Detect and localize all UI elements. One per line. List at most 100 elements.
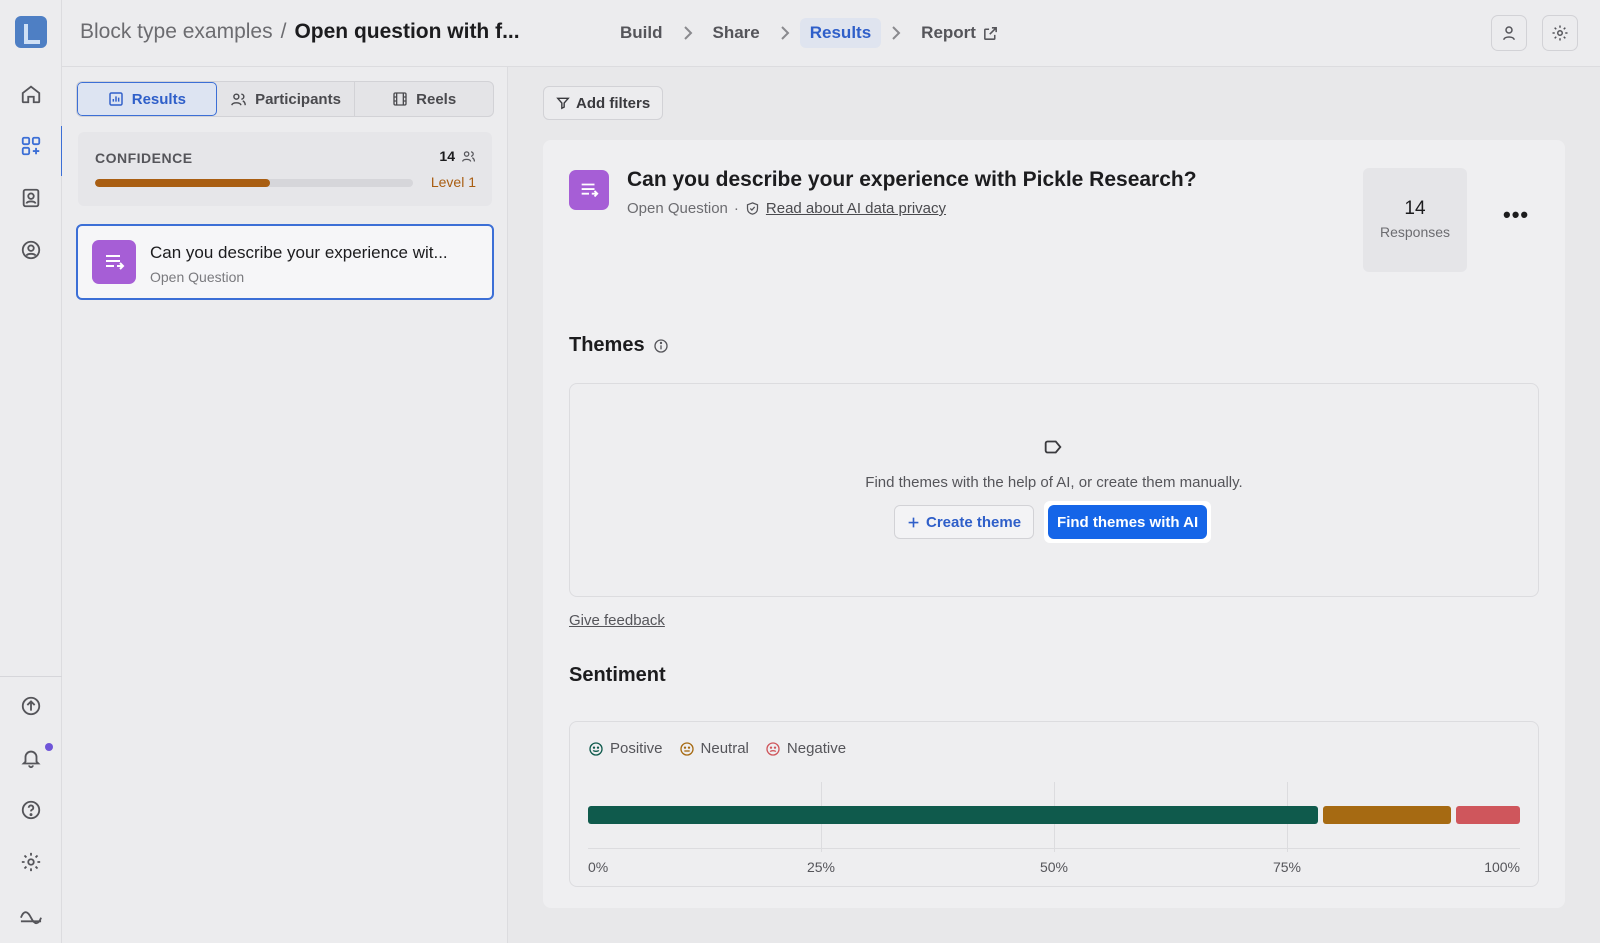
tab-results-label: Results [131,90,186,108]
tab-reels-label: Reels [416,90,457,108]
confidence-progress [95,179,413,187]
frown-icon [766,741,780,756]
results-tabs: Results Participants Reels [76,81,494,117]
filter-icon [556,97,570,110]
themes-heading: Themes [569,334,669,357]
open-question-icon [569,170,609,210]
plus-icon [908,517,919,527]
responses-count: 14 [1404,198,1426,219]
legend-positive[interactable]: Positive [588,740,663,757]
tab-participants[interactable]: Participants [217,82,356,116]
tab-participants-label: Participants [255,90,341,108]
bar-chart-icon [109,92,123,106]
breadcrumb-current[interactable]: Open question with f... [294,20,519,43]
confidence-card: CONFIDENCE 14 Level 1 [78,132,492,206]
chevron-right-icon [681,26,695,40]
responses-label: Responses [1379,224,1451,240]
step-results[interactable]: Results [799,18,882,48]
film-icon [393,92,407,106]
workflow-steps: Build Share Results Report [610,18,1009,48]
confidence-level: Level 1 [430,174,476,190]
step-report-label: Report [921,23,976,42]
add-filters-button[interactable]: Add filters [543,86,664,120]
tick-100: 100% [1484,859,1520,875]
tab-results[interactable]: Results [77,82,217,116]
more-options-button[interactable]: ••• [1503,204,1529,226]
chevron-right-icon [889,26,903,40]
sentiment-legend: Positive Neutral Negative [588,740,846,757]
app-rail [0,0,63,943]
step-report[interactable]: Report [911,18,1009,48]
tab-reels[interactable]: Reels [355,82,493,116]
incentives-icon[interactable] [15,234,47,266]
app-logo[interactable] [15,16,47,48]
step-share[interactable]: Share [703,18,770,48]
sentiment-segment-negative[interactable] [1456,806,1520,824]
question-title: Can you describe your experience with Pi… [627,168,1197,191]
user-icon [1503,26,1515,41]
meta-separator: · [733,200,739,217]
settings-button[interactable] [1542,15,1578,51]
help-icon[interactable] [15,794,47,826]
ai-privacy-link[interactable]: Read about AI data privacy [766,200,946,217]
tick-25: 25% [806,859,836,875]
question-results-card: Can you describe your experience with Pi… [543,140,1565,908]
question-block-type: Open Question [150,269,245,285]
find-themes-ai-button[interactable]: Find themes with AI [1048,505,1208,539]
responses-count-box: 14 Responses [1363,168,1467,272]
themes-title: Themes [569,334,645,356]
breadcrumb: Block type examples / Open question with f… [80,20,520,44]
legend-negative[interactable]: Negative [765,740,846,757]
brand-wave-icon[interactable] [15,898,47,930]
rail-divider [0,676,62,677]
legend-neutral[interactable]: Neutral [679,740,749,757]
smile-icon [589,741,603,756]
tick-75: 75% [1272,859,1302,875]
chevron-right-icon [778,26,792,40]
themes-hint: Find themes with the help of AI, or crea… [865,474,1243,491]
question-block-card[interactable]: Can you describe your experience wit... … [76,224,494,300]
sentiment-axis [588,848,1520,849]
step-build[interactable]: Build [610,18,673,48]
upgrade-icon[interactable] [15,690,47,722]
external-link-icon [984,26,997,40]
confidence-label: CONFIDENCE [95,150,193,166]
studies-grid-icon[interactable] [15,126,63,176]
top-bar: Block type examples / Open question with f… [62,0,1600,67]
sentiment-title: Sentiment [569,664,666,686]
contacts-icon[interactable] [15,182,47,214]
ai-button-highlight: Find themes with AI [1044,501,1212,543]
breadcrumb-project[interactable]: Block type examples [80,20,273,43]
confidence-count-value: 14 [439,148,455,164]
tick-50: 50% [1039,859,1069,875]
info-icon[interactable] [653,338,669,354]
breadcrumb-separator: / [280,20,287,43]
legend-neutral-label: Neutral [700,740,749,757]
confidence-count: 14 [439,148,476,164]
settings-icon[interactable] [15,846,47,878]
create-theme-button[interactable]: Create theme [894,505,1035,539]
sentiment-segment-positive[interactable] [588,806,1319,824]
users-icon [231,92,246,105]
themes-empty-state: Find themes with the help of AI, or crea… [569,383,1539,597]
shield-check-icon [746,202,759,215]
open-question-icon [92,240,136,284]
legend-negative-label: Negative [786,740,847,757]
add-filters-label: Add filters [576,94,651,112]
question-block-title: Can you describe your experience wit... [150,243,448,262]
sentiment-segment-neutral[interactable] [1323,806,1452,824]
users-icon [461,150,476,162]
user-button[interactable] [1491,15,1527,51]
home-icon[interactable] [15,78,47,110]
create-theme-label: Create theme [926,513,1022,531]
legend-positive-label: Positive [610,740,663,757]
neutral-face-icon [679,741,694,756]
themes-actions: Create theme Find themes with AI [894,501,1212,543]
question-type: Open Question [627,200,728,217]
question-meta: Open Question · Read about AI data priva… [627,200,946,217]
give-feedback-link[interactable]: Give feedback [569,612,665,629]
tag-icon [1044,440,1062,454]
sentiment-chart: Positive Neutral Negative 0% 25% 50% 75%… [569,721,1539,887]
bell-icon[interactable] [15,742,47,774]
confidence-progress-fill [95,179,270,187]
